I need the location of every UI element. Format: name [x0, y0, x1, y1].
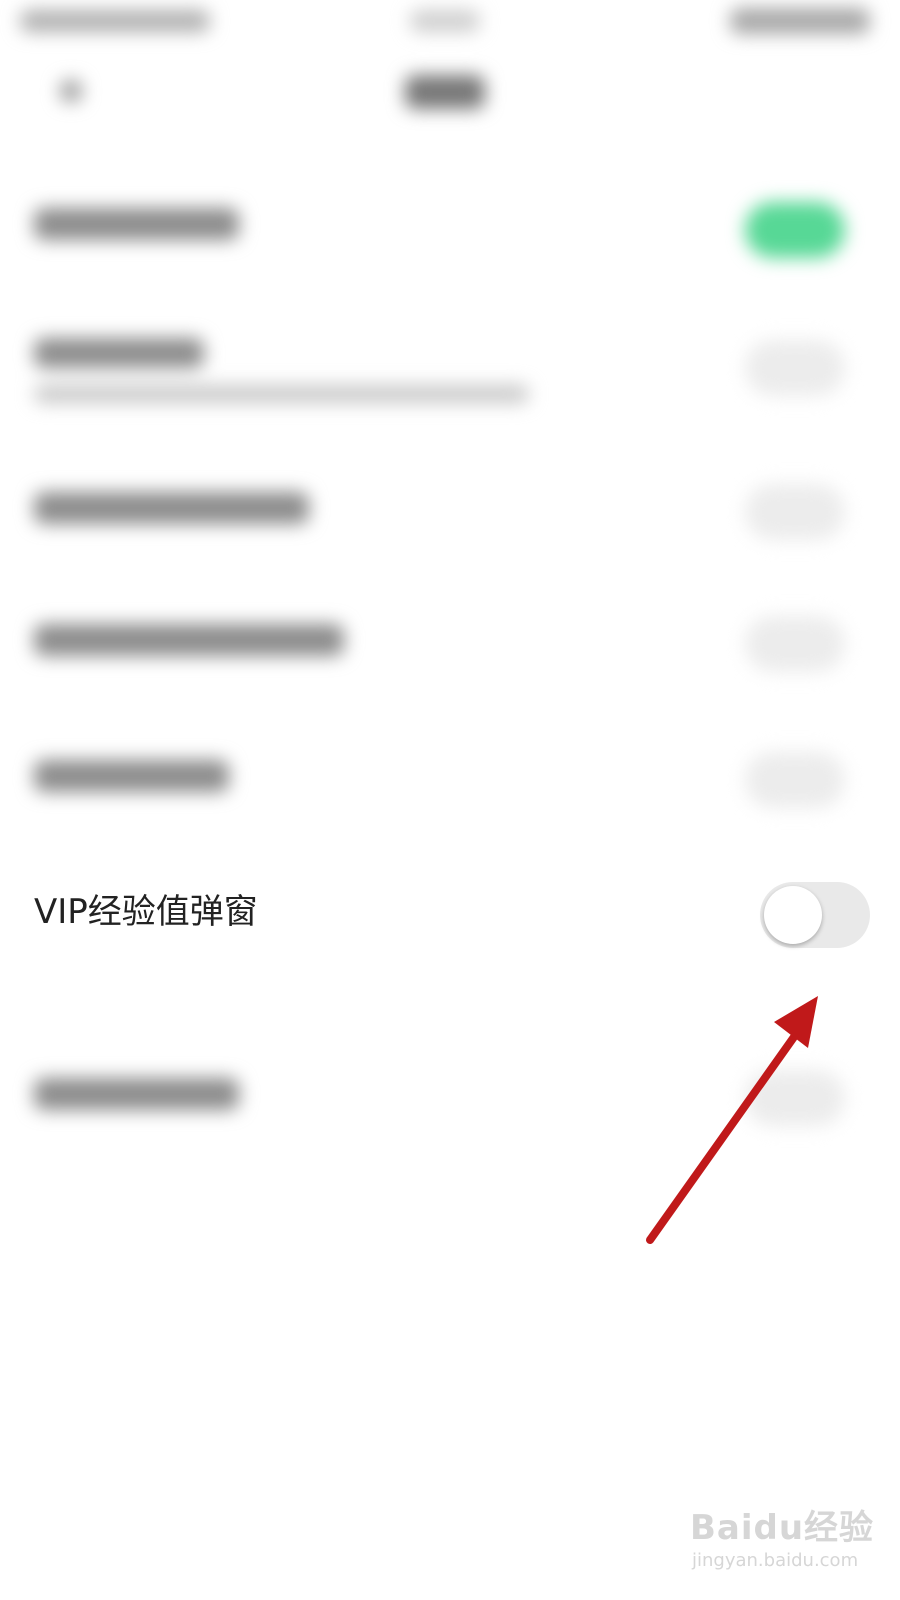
status-bar-left — [20, 10, 210, 32]
setting-row-1-label — [34, 208, 239, 240]
watermark-brand: Baidu经验 — [690, 1508, 875, 1548]
setting-row-3-toggle[interactable] — [745, 484, 845, 540]
watermark-url: jingyan.baidu.com — [692, 1550, 859, 1571]
page-title — [405, 75, 485, 109]
vip-exp-popup-label: VIP经验值弹窗 — [34, 892, 258, 932]
setting-row-2-toggle[interactable] — [745, 340, 845, 396]
vip-exp-popup-toggle[interactable] — [760, 882, 870, 948]
blurred-background — [0, 0, 900, 1600]
status-bar-center — [410, 10, 480, 32]
setting-row-5-label — [34, 760, 229, 792]
setting-row-7-toggle[interactable] — [745, 1070, 845, 1126]
setting-row-4-label — [34, 624, 344, 656]
setting-row-3-label — [34, 492, 309, 524]
status-bar-right — [730, 8, 870, 34]
settings-screen: VIP经验值弹窗 Baidu经验 jingyan.baidu.com — [0, 0, 900, 1600]
setting-row-2-label — [34, 338, 204, 368]
setting-row-1-toggle[interactable] — [745, 202, 845, 258]
baidu-jingyan-watermark: Baidu经验 jingyan.baidu.com — [690, 1500, 890, 1590]
setting-row-2-desc — [34, 385, 529, 403]
back-icon[interactable] — [60, 80, 82, 102]
setting-row-5-toggle[interactable] — [745, 752, 845, 808]
vip-exp-popup-row: VIP经验值弹窗 — [0, 878, 900, 958]
toggle-knob — [764, 886, 822, 944]
setting-row-7-label — [34, 1078, 239, 1110]
setting-row-4-toggle[interactable] — [745, 616, 845, 672]
